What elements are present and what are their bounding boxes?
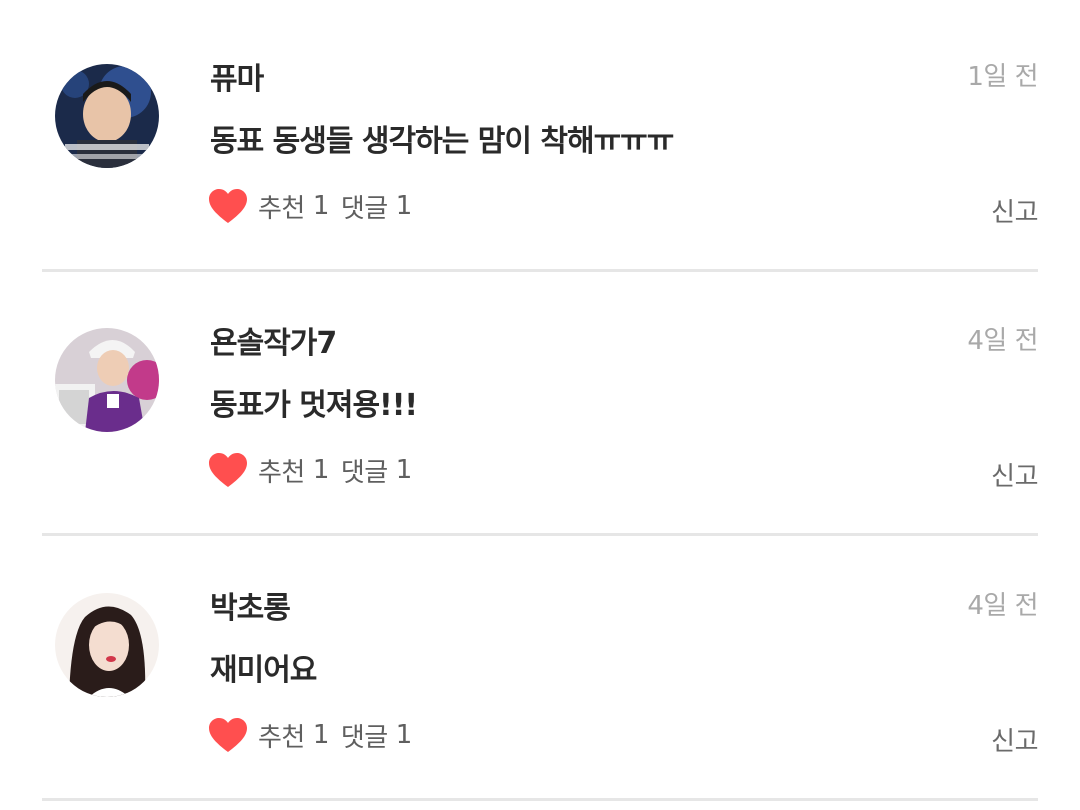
avatar-photo [55,593,159,697]
like-count: 1 [312,191,330,221]
avatar[interactable] [55,593,159,697]
reply-label[interactable]: 댓글 [341,188,388,225]
comment-timestamp: 1일 전 [967,62,1038,92]
report-button[interactable]: 신고 [991,721,1038,758]
avatar[interactable] [55,328,159,432]
avatar-photo [55,328,159,432]
comment-text: 동표가 멋져용!!! [210,388,418,423]
reply-count: 1 [395,455,413,485]
reply-label[interactable]: 댓글 [341,452,388,489]
divider [42,798,1038,801]
heart-icon[interactable] [208,188,248,224]
like-count: 1 [312,720,330,750]
like-count: 1 [312,455,330,485]
divider [42,533,1038,536]
heart-icon[interactable] [208,452,248,488]
reply-label[interactable]: 댓글 [341,717,388,754]
comment-author[interactable]: 박초롱 [210,583,291,627]
comment-actions: 추천 1 댓글 1 [208,186,412,226]
comment-timestamp: 4일 전 [967,326,1038,356]
comment-actions: 추천 1 댓글 1 [208,715,412,755]
comment-item: 욘솔작가7 4일 전 동표가 멋져용!!! 추천 1 댓글 1 신고 [0,272,1080,536]
comment-list: 퓨마 1일 전 동표 동생들 생각하는 맘이 착해ㅠㅠㅠ 추천 1 댓글 1 신… [0,0,1080,810]
comment-author[interactable]: 퓨마 [210,54,264,98]
report-button[interactable]: 신고 [991,456,1038,493]
comment-timestamp: 4일 전 [967,591,1038,621]
comment-text: 동표 동생들 생각하는 맘이 착해ㅠㅠㅠ [210,124,674,159]
comment-text: 재미어요 [210,653,317,688]
avatar-photo [55,64,159,168]
heart-icon[interactable] [208,717,248,753]
reply-count: 1 [395,191,413,221]
reply-count: 1 [395,720,413,750]
like-label[interactable]: 추천 [258,717,305,754]
comment-item: 박초롱 4일 전 재미어요 추천 1 댓글 1 신고 [0,537,1080,801]
comment-actions: 추천 1 댓글 1 [208,450,412,490]
comment-author[interactable]: 욘솔작가7 [210,318,337,362]
like-label[interactable]: 추천 [258,188,305,225]
comment-item: 퓨마 1일 전 동표 동생들 생각하는 맘이 착해ㅠㅠㅠ 추천 1 댓글 1 신… [0,8,1080,272]
like-label[interactable]: 추천 [258,452,305,489]
avatar[interactable] [55,64,159,168]
report-button[interactable]: 신고 [991,192,1038,229]
